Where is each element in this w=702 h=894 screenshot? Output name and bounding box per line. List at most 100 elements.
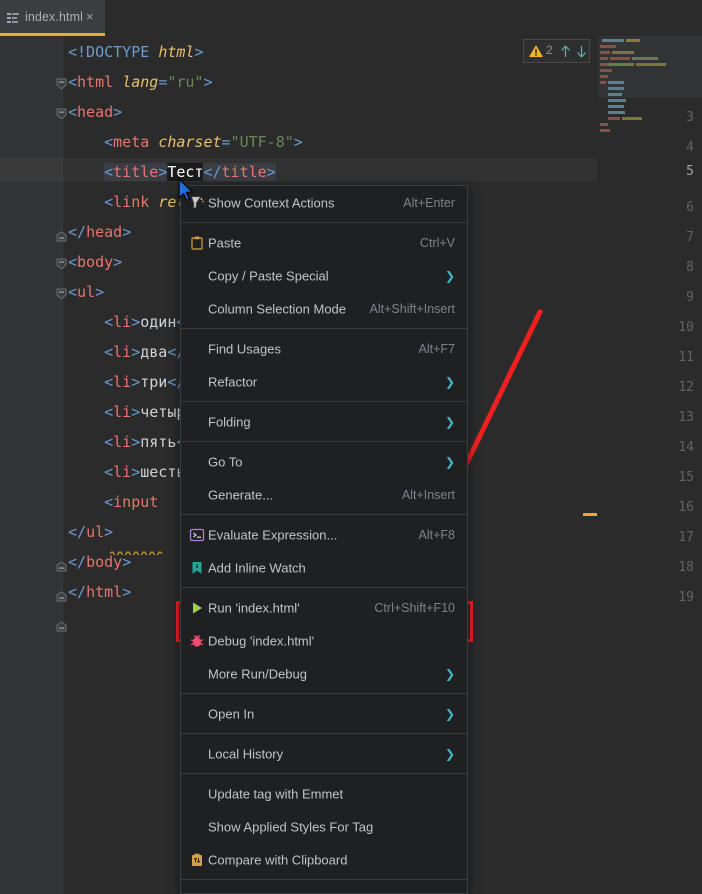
menu-item-go-to[interactable]: Go To ❯ <box>181 445 467 478</box>
mouse-cursor <box>178 178 194 202</box>
menu-separator <box>181 587 467 588</box>
fold-marker-icon[interactable] <box>56 561 67 572</box>
code-line-1[interactable]: <!DOCTYPE html> <box>68 40 203 64</box>
menu-item-label: Generate... <box>208 487 274 502</box>
menu-item-show-context-actions[interactable]: Show Context Actions Alt+Enter <box>181 186 467 219</box>
menu-item-find-usages[interactable]: Find Usages Alt+F7 <box>181 332 467 365</box>
menu-item-compare-with-clipboard[interactable]: Compare with Clipboard <box>181 843 467 876</box>
menu-item-label: Compare with Clipboard <box>208 852 348 867</box>
menu-separator <box>181 879 467 880</box>
inspection-widget[interactable]: 2 <box>523 39 590 63</box>
code-token-bracket: > <box>194 43 204 61</box>
menu-item-label: Open In <box>208 706 255 721</box>
menu-separator <box>181 401 467 402</box>
code-line-7[interactable]: </head> <box>68 220 131 244</box>
code-line-17[interactable]: </ul> <box>68 520 113 544</box>
chevron-right-icon: ❯ <box>444 746 455 761</box>
menu-item-label: Local History <box>208 746 284 761</box>
line-number: 17 <box>678 530 694 545</box>
line-number: 15 <box>678 470 694 485</box>
code-token-doctype: <!DOCTYPE <box>68 43 159 61</box>
line-number: 19 <box>678 590 694 605</box>
editor-context-menu[interactable]: Show Context Actions Alt+Enter Paste Ctr… <box>180 185 468 894</box>
fold-marker-icon[interactable] <box>56 258 67 269</box>
line-number: 4 <box>686 140 694 155</box>
menu-item-add-inline-watch[interactable]: Add Inline Watch <box>181 551 467 584</box>
menu-item-folding[interactable]: Folding ❯ <box>181 405 467 438</box>
menu-item-open-in[interactable]: Open In ❯ <box>181 697 467 730</box>
line-number: 11 <box>678 350 694 365</box>
code-line-3[interactable]: <head> <box>68 100 122 124</box>
debug-bug-icon <box>189 633 205 649</box>
arrow-up-icon[interactable] <box>558 44 573 64</box>
line-number: 14 <box>678 440 694 455</box>
chevron-right-icon: ❯ <box>444 706 455 721</box>
menu-item-debug-index-html[interactable]: Debug 'index.html' <box>181 624 467 657</box>
fold-marker-icon[interactable] <box>56 78 67 89</box>
chevron-right-icon: ❯ <box>444 268 455 283</box>
code-line-16[interactable]: <input <box>68 490 158 514</box>
code-line-2[interactable]: <html lang="ru"> <box>68 70 213 94</box>
line-number: 8 <box>686 260 694 275</box>
chevron-right-icon: ❯ <box>444 374 455 389</box>
code-line-4[interactable]: <meta charset="UTF-8"> <box>68 130 303 154</box>
close-icon[interactable]: × <box>86 9 94 25</box>
menu-item-label: Column Selection Mode <box>208 301 347 316</box>
menu-item-label: Folding <box>208 414 251 429</box>
menu-item-label: Go To <box>208 454 243 469</box>
menu-item-label: More Run/Debug <box>208 666 307 681</box>
warning-triangle-icon[interactable] <box>528 43 544 64</box>
menu-separator <box>181 328 467 329</box>
menu-item-refactor[interactable]: Refactor ❯ <box>181 365 467 398</box>
fold-marker-icon[interactable] <box>56 108 67 119</box>
fold-marker-icon[interactable] <box>56 591 67 602</box>
menu-item-paste[interactable]: Paste Ctrl+V <box>181 226 467 259</box>
menu-separator <box>181 222 467 223</box>
tab-bar-empty-area <box>105 0 702 36</box>
menu-item-label: Show Applied Styles For Tag <box>208 819 374 834</box>
line-number: 6 <box>686 200 694 215</box>
evaluate-expression-icon <box>189 527 205 543</box>
menu-item-copy-paste-special[interactable]: Copy / Paste Special ❯ <box>181 259 467 292</box>
menu-separator <box>181 733 467 734</box>
menu-item-label: Evaluate Expression... <box>208 527 338 542</box>
menu-item-label: Show Context Actions <box>208 195 335 210</box>
menu-item-shortcut: Ctrl+Shift+F10 <box>374 600 455 615</box>
compare-clipboard-icon <box>189 852 205 868</box>
chevron-right-icon: ❯ <box>444 666 455 681</box>
menu-item-shortcut: Alt+Insert <box>401 487 455 502</box>
menu-item-evaluate-expression[interactable]: Evaluate Expression... Alt+F8 <box>181 518 467 551</box>
code-token-doctype-value: html <box>158 43 195 61</box>
menu-item-update-tag-with-emmet[interactable]: Update tag with Emmet <box>181 777 467 810</box>
menu-item-label: Paste <box>208 235 242 250</box>
code-line-19[interactable]: </html> <box>68 580 131 604</box>
fold-marker-icon[interactable] <box>56 288 67 299</box>
annotation-dash <box>583 513 597 516</box>
code-line-18[interactable]: </body> <box>68 550 131 574</box>
line-number: 10 <box>678 320 694 335</box>
menu-item-show-applied-styles-for-tag[interactable]: Show Applied Styles For Tag <box>181 810 467 843</box>
code-line-5[interactable]: <title>Тест</title> <box>68 160 276 184</box>
menu-item-label: Add Inline Watch <box>208 560 306 575</box>
menu-item-generate[interactable]: Generate... Alt+Insert <box>181 478 467 511</box>
fold-marker-icon[interactable] <box>56 621 67 632</box>
menu-item-more-run-debug[interactable]: More Run/Debug ❯ <box>181 657 467 690</box>
menu-item-shortcut: Ctrl+V <box>419 235 455 250</box>
code-line-9[interactable]: <ul> <box>68 280 104 304</box>
arrow-down-icon[interactable] <box>574 44 589 64</box>
menu-item-diagrams[interactable]: Diagrams ❯ <box>181 883 467 893</box>
tab-index-html[interactable]: index.html × <box>0 0 105 36</box>
menu-item-run-index-html[interactable]: Run 'index.html' Ctrl+Shift+F10 <box>181 591 467 624</box>
chevron-right-icon: ❯ <box>444 414 455 429</box>
menu-item-label: Update tag with Emmet <box>208 786 344 801</box>
fold-marker-icon[interactable] <box>56 231 67 242</box>
menu-item-shortcut: Alt+Enter <box>403 195 455 210</box>
editor-tab-bar: index.html × <box>0 0 702 36</box>
menu-item-local-history[interactable]: Local History ❯ <box>181 737 467 770</box>
menu-item-label: Debug 'index.html' <box>208 633 315 648</box>
menu-item-column-selection-mode[interactable]: Column Selection Mode Alt+Shift+Insert <box>181 292 467 325</box>
menu-separator <box>181 693 467 694</box>
code-line-8[interactable]: <body> <box>68 250 122 274</box>
line-number: 9 <box>686 290 694 305</box>
code-minimap[interactable] <box>598 36 702 132</box>
